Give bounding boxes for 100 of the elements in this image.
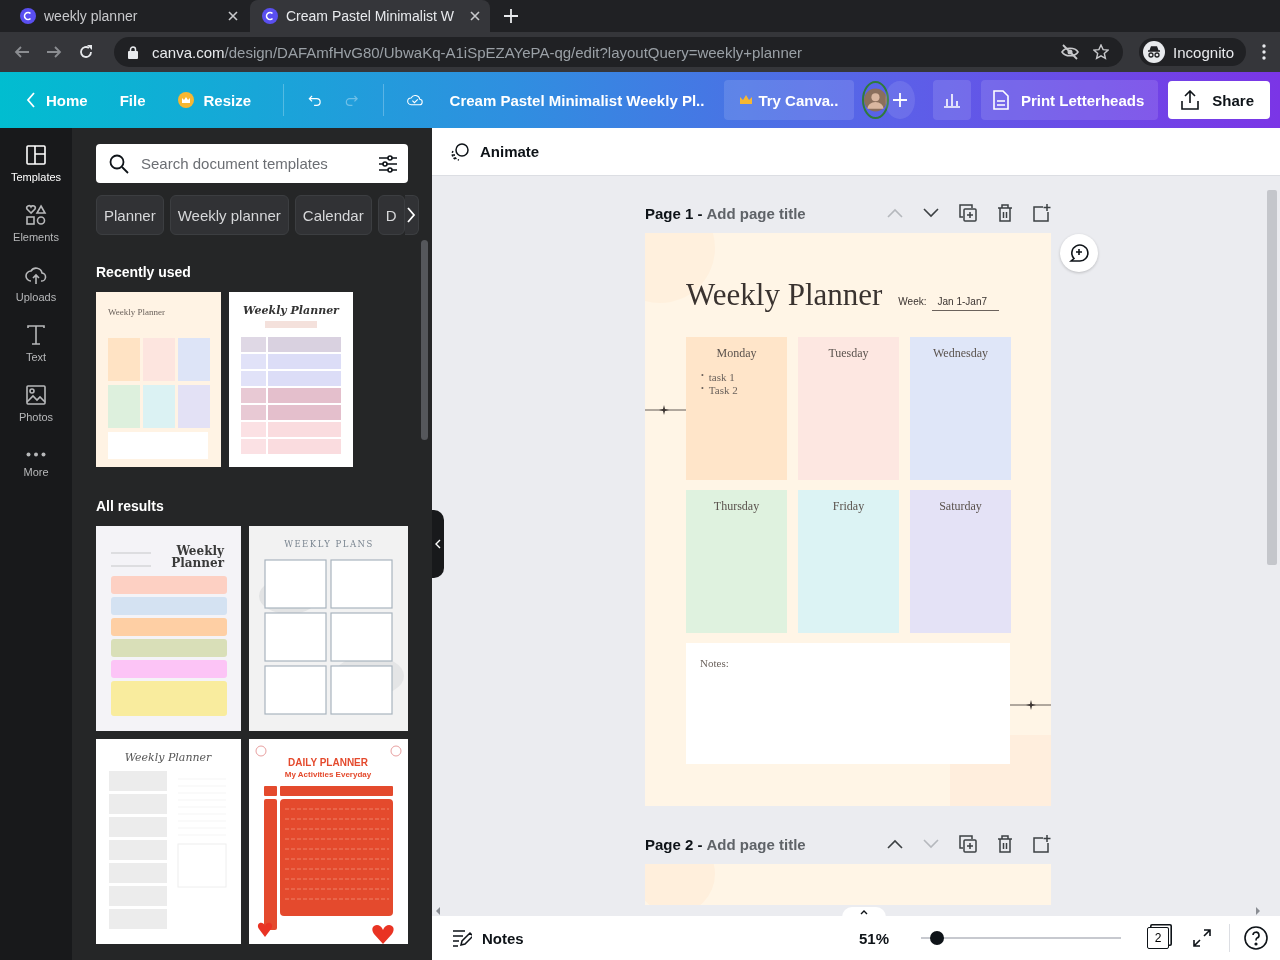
- trash-icon[interactable]: [997, 835, 1013, 853]
- upload-icon: [1180, 90, 1201, 110]
- sidebar-item[interactable]: Photos: [0, 384, 72, 423]
- template-thumbnail[interactable]: Weekly Planner: [96, 739, 241, 944]
- sidebar-item[interactable]: Uploads: [0, 264, 72, 303]
- expand-tab[interactable]: [842, 907, 886, 917]
- app-logo-icon: [262, 8, 278, 24]
- day-name: Monday: [716, 346, 757, 361]
- print-button[interactable]: Print Letterheads: [980, 80, 1159, 120]
- collapse-handle[interactable]: [432, 510, 444, 578]
- insights-button[interactable]: [932, 80, 971, 120]
- sidebar-item[interactable]: Text: [0, 324, 72, 363]
- forward-icon[interactable]: [46, 44, 62, 60]
- bar-chart-icon: [942, 92, 961, 108]
- reload-icon[interactable]: [78, 44, 94, 60]
- sidebar-item[interactable]: Elements: [0, 204, 72, 243]
- new-tab-icon[interactable]: [504, 9, 518, 23]
- search-field[interactable]: Search document templates: [96, 144, 408, 183]
- animate-icon: [450, 141, 470, 162]
- template-thumbnail[interactable]: Weekly Planner: [96, 292, 221, 467]
- profile-button[interactable]: Incognito: [1139, 38, 1246, 66]
- week-label[interactable]: Week:: [898, 296, 927, 307]
- planner-title[interactable]: Weekly Planner: [686, 277, 883, 313]
- template-title: WEEKLY PLANS: [284, 539, 374, 549]
- template-title: Weekly Planner: [171, 544, 224, 570]
- menu-icon[interactable]: [1262, 44, 1266, 60]
- zoom-percentage[interactable]: 51%: [858, 929, 889, 947]
- scroll-right-button[interactable]: [404, 195, 419, 235]
- design-title[interactable]: Cream Pastel Minimalist Weekly Pl..: [449, 91, 705, 109]
- incognito-icon: [1143, 41, 1166, 63]
- sidebar-item[interactable]: More: [0, 444, 72, 478]
- close-icon[interactable]: [470, 11, 480, 21]
- page-count-button[interactable]: 2: [1147, 927, 1169, 949]
- template-thumbnail[interactable]: Weekly Planner: [96, 526, 241, 731]
- notes-button[interactable]: Notes: [446, 928, 530, 948]
- duplicate-icon[interactable]: [959, 835, 977, 853]
- page-label: Page 1 -: [645, 204, 703, 222]
- bullet: •: [701, 371, 704, 382]
- page-title-field[interactable]: Add page title: [706, 204, 806, 222]
- sidebar-item[interactable]: Templates: [0, 144, 72, 183]
- chevron-up-icon[interactable]: [887, 839, 903, 849]
- section-heading: Recently used: [96, 264, 192, 280]
- day-name: Wednesday: [933, 346, 988, 361]
- eye-off-icon[interactable]: [1061, 44, 1080, 60]
- address-field[interactable]: canva.com/design/DAFAmfHvG80/UbwaKq-A1iSpEZAYePA-qg/edit?layoutQuery=weekly+planner: [114, 37, 1124, 67]
- search-input[interactable]: Search document templates: [139, 154, 368, 173]
- star-icon[interactable]: [1093, 44, 1110, 60]
- week-value[interactable]: Jan 1-Jan7: [931, 296, 999, 311]
- notes-icon: [452, 929, 472, 947]
- browser-tab[interactable]: Cream Pastel Minimalist W: [250, 0, 490, 32]
- template-thumbnail[interactable]: WEEKLY PLANS: [249, 526, 408, 731]
- suggestion-chip[interactable]: Weekly planner: [169, 195, 289, 235]
- text-icon: [25, 324, 47, 346]
- fullscreen-icon[interactable]: [1193, 929, 1211, 947]
- suggestion-chip[interactable]: Planner: [96, 195, 164, 235]
- chevron-down-icon[interactable]: [923, 208, 939, 218]
- slider-thumb[interactable]: [930, 931, 944, 945]
- page-title-field[interactable]: Add page title: [706, 835, 806, 853]
- zoom-slider[interactable]: [921, 931, 1121, 945]
- add-page-icon[interactable]: [1033, 835, 1051, 853]
- layout-icon: [25, 144, 47, 166]
- help-icon[interactable]: [1244, 926, 1268, 950]
- day-box[interactable]: Friday: [798, 490, 899, 633]
- day-box[interactable]: Thursday: [686, 490, 787, 633]
- share-button[interactable]: Share: [1168, 81, 1270, 119]
- animate-button[interactable]: Animate: [444, 140, 546, 163]
- day-box[interactable]: Saturday: [910, 490, 1011, 633]
- filter-icon[interactable]: [378, 154, 398, 173]
- template-title: Weekly Planner: [108, 307, 165, 317]
- suggestion-chip[interactable]: D: [377, 195, 405, 235]
- add-people-button[interactable]: [885, 81, 915, 119]
- page-canvas[interactable]: Weekly Planner Week: Jan 1-Jan7 Monday • task 1 • Task 2 Tuesday Wednesday Thursday Friday Saturday Notes:: [645, 233, 1051, 806]
- day-box[interactable]: Tuesday: [798, 337, 899, 480]
- template-thumbnail[interactable]: DAILY PLANNER My Activities Everyday: [249, 739, 408, 944]
- chevron-right-icon: [406, 206, 417, 224]
- back-icon[interactable]: [14, 44, 30, 60]
- day-box[interactable]: Monday • task 1 • Task 2: [686, 337, 787, 480]
- add-page-icon[interactable]: [1033, 204, 1051, 222]
- duplicate-icon[interactable]: [959, 204, 977, 222]
- cloud-upload-icon: [25, 264, 47, 286]
- chevron-left-icon: [26, 92, 36, 108]
- try-pro-button[interactable]: Try Canva..: [724, 80, 855, 120]
- section-heading: All results: [96, 498, 165, 514]
- day-name: Saturday: [939, 499, 982, 514]
- notes-label: Notes:: [700, 657, 729, 669]
- template-title: Weekly Planner: [124, 751, 212, 764]
- close-icon[interactable]: [228, 11, 238, 21]
- day-box[interactable]: Wednesday: [910, 337, 1011, 480]
- comment-button[interactable]: [1060, 234, 1098, 272]
- scrollbar[interactable]: [421, 240, 428, 440]
- browser-tab[interactable]: weekly planner: [8, 0, 248, 32]
- bullet: •: [701, 383, 704, 395]
- template-thumbnail[interactable]: Weekly Planner: [229, 292, 353, 467]
- notes-box[interactable]: Notes:: [686, 643, 1010, 764]
- more-icon: [26, 452, 46, 457]
- caret-up-icon: [860, 909, 868, 915]
- suggestion-chip[interactable]: Calendar: [294, 195, 372, 235]
- crown-icon: [177, 92, 194, 108]
- trash-icon[interactable]: [997, 204, 1013, 222]
- user-avatar[interactable]: [862, 81, 890, 119]
